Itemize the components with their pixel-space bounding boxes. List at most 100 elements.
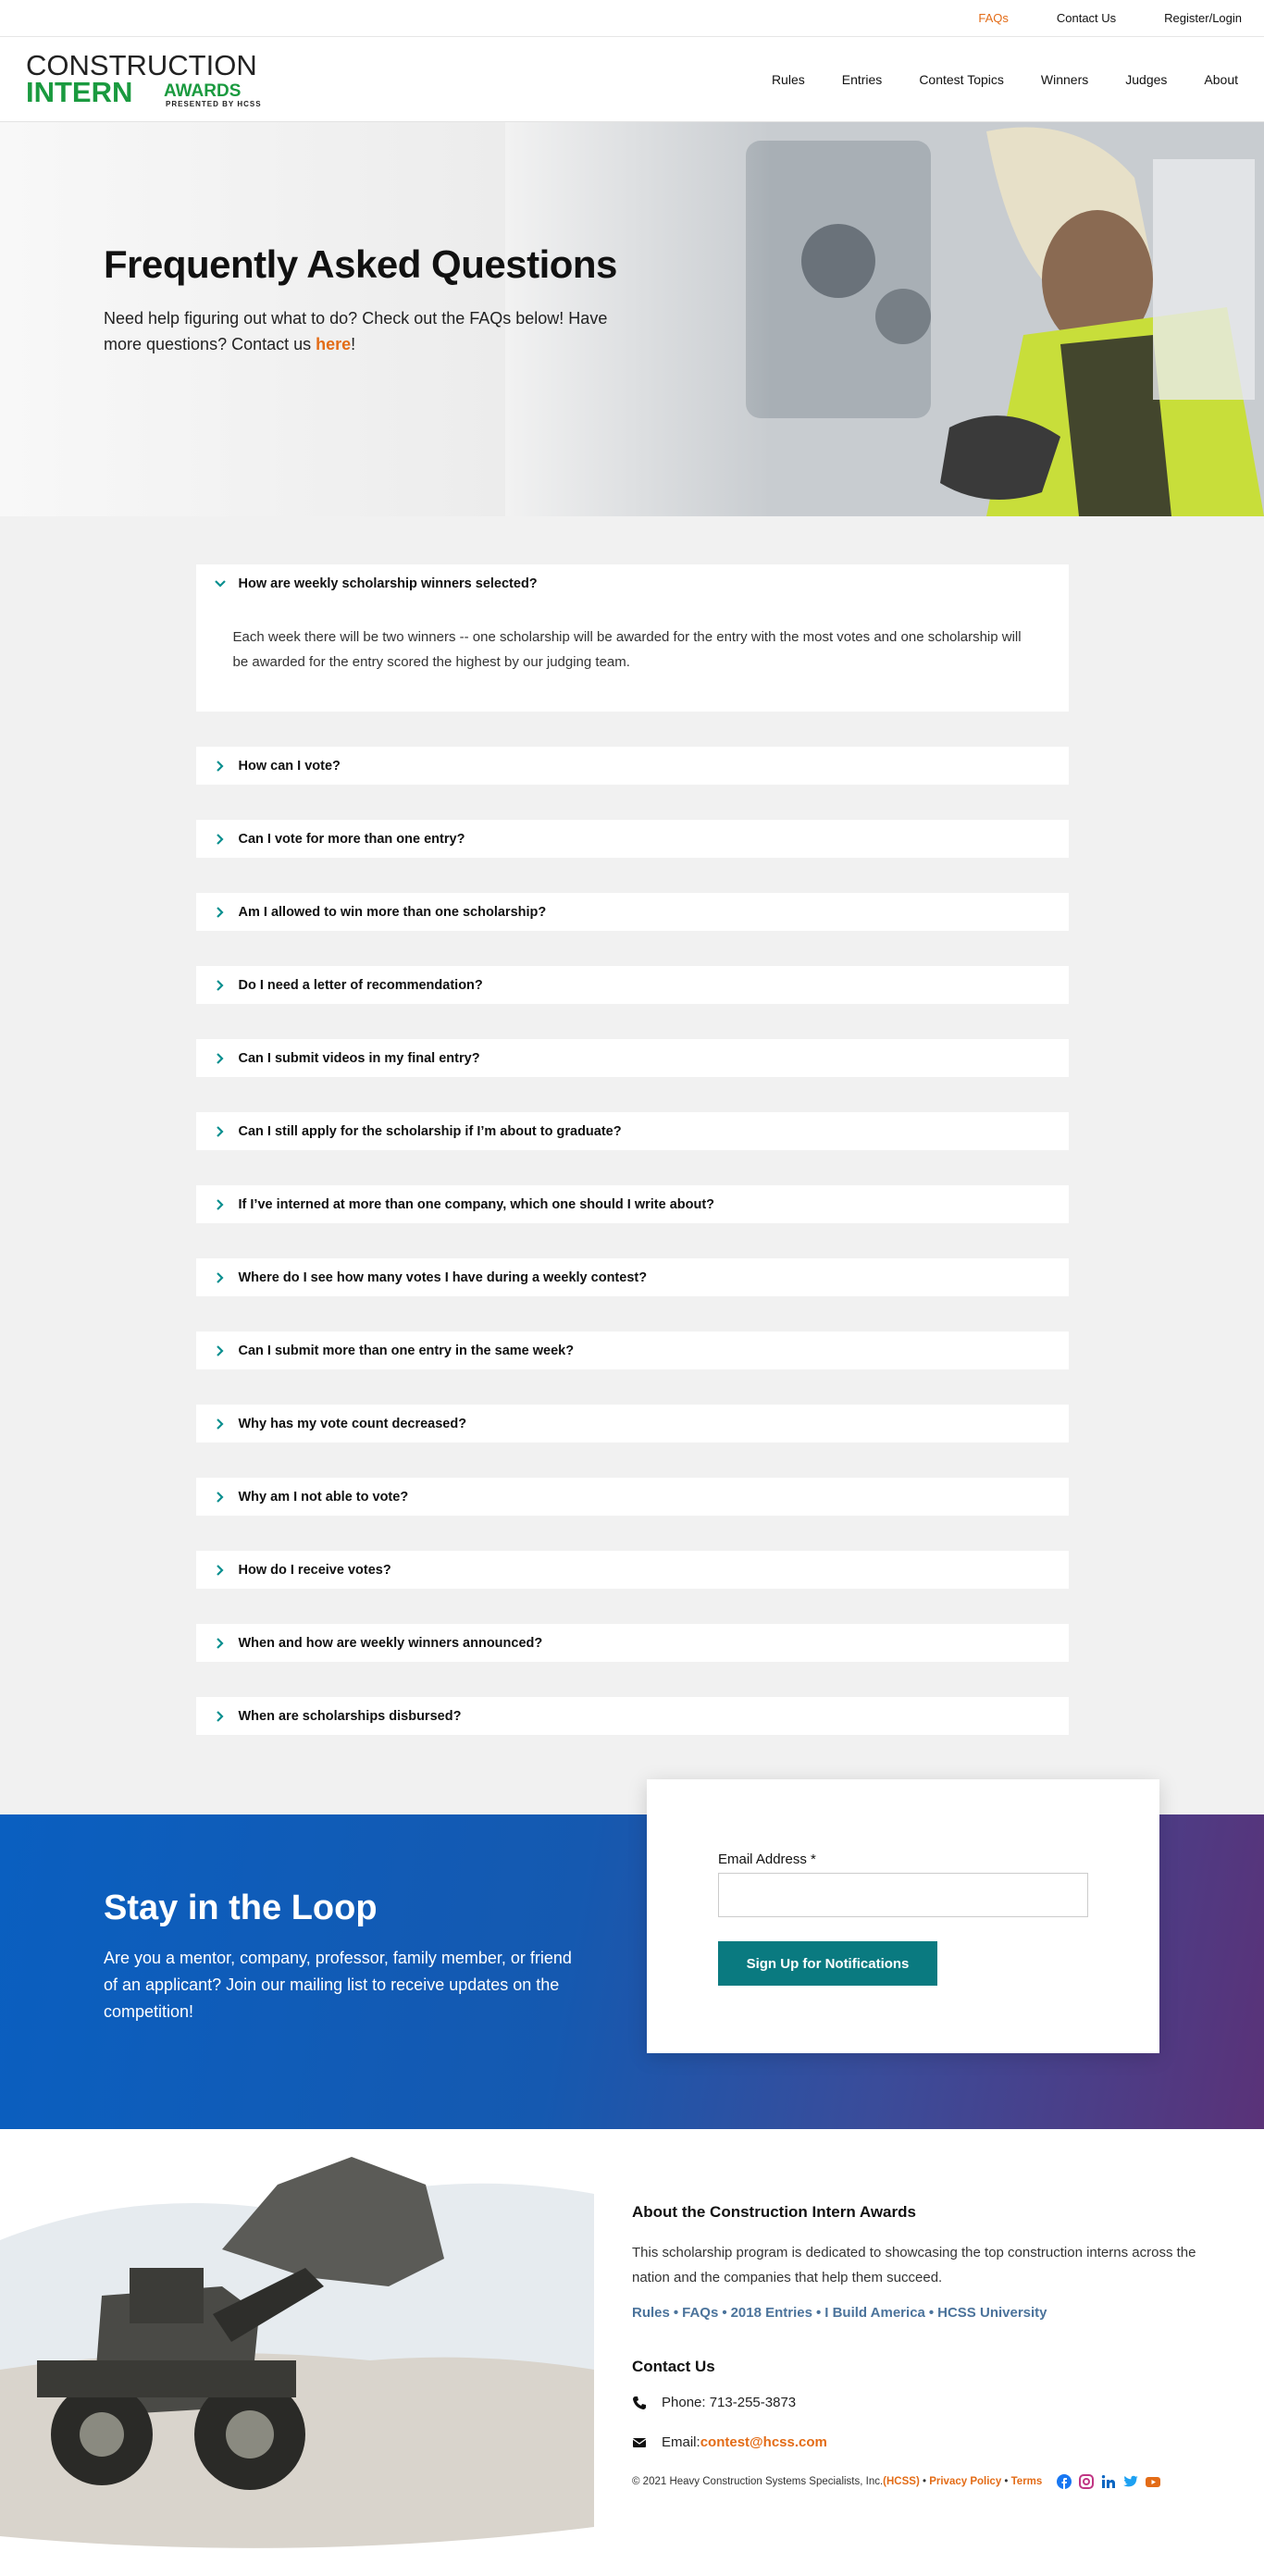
site-footer: About the Construction Intern Awards Thi… bbox=[0, 2129, 1264, 2555]
site-header: CONSTRUCTION INTERN AWARDS PRESENTED BY … bbox=[0, 37, 1264, 122]
phone-row: Phone: 713-255-3873 bbox=[632, 2395, 1224, 2410]
utility-link-contact[interactable]: Contact Us bbox=[1057, 11, 1116, 25]
faq-item: How can I vote? bbox=[195, 747, 1069, 785]
nav-judges[interactable]: Judges bbox=[1125, 72, 1167, 87]
faq-question-text: If I’ve interned at more than one compan… bbox=[238, 1196, 715, 1212]
page-title: Frequently Asked Questions bbox=[104, 242, 617, 286]
hcss-link[interactable]: (HCSS) bbox=[883, 2476, 920, 2487]
hero-description: Need help figuring out what to do? Check… bbox=[104, 309, 608, 353]
faq-question-toggle[interactable]: If I’ve interned at more than one compan… bbox=[196, 1185, 1069, 1223]
faq-question-text: Why am I not able to vote? bbox=[238, 1489, 409, 1505]
linkedin-icon[interactable] bbox=[1101, 2474, 1116, 2489]
chevron-right-icon bbox=[216, 1052, 224, 1064]
faq-answer: Each week there will be two winners -- o… bbox=[232, 629, 1022, 670]
faq-question-text: Can I vote for more than one entry? bbox=[238, 831, 465, 847]
newsletter-section: Stay in the Loop Are you a mentor, compa… bbox=[0, 1779, 1264, 2129]
newsletter-title: Stay in the Loop bbox=[104, 1889, 378, 1927]
faq-question-text: Can I still apply for the scholarship if… bbox=[238, 1123, 622, 1139]
svg-text:INTERN: INTERN bbox=[26, 76, 132, 108]
faq-item: Can I submit videos in my final entry? bbox=[195, 1039, 1069, 1077]
faq-question-text: Where do I see how many votes I have dur… bbox=[238, 1269, 648, 1285]
signup-form: Email Address * Sign Up for Notification… bbox=[647, 1779, 1159, 2053]
twitter-icon[interactable] bbox=[1123, 2474, 1139, 2489]
faq-item: How do I receive votes? bbox=[195, 1551, 1069, 1589]
footer-info: About the Construction Intern Awards Thi… bbox=[632, 2203, 1224, 2489]
faq-question-toggle[interactable]: Where do I see how many votes I have dur… bbox=[196, 1258, 1069, 1296]
chevron-right-icon bbox=[216, 1198, 224, 1210]
chevron-right-icon bbox=[216, 833, 224, 845]
faq-question-text: When are scholarships disbursed? bbox=[238, 1708, 462, 1724]
svg-text:PRESENTED BY HCSS: PRESENTED BY HCSS bbox=[166, 100, 262, 108]
site-logo[interactable]: CONSTRUCTION INTERN AWARDS PRESENTED BY … bbox=[26, 50, 280, 109]
faq-question-toggle[interactable]: How are weekly scholarship winners selec… bbox=[196, 564, 1069, 602]
newsletter-copy: Stay in the Loop Are you a mentor, compa… bbox=[104, 1889, 585, 2025]
contact-here-link[interactable]: here bbox=[316, 335, 351, 353]
about-title: About the Construction Intern Awards bbox=[632, 2203, 916, 2221]
instagram-icon[interactable] bbox=[1079, 2474, 1095, 2489]
terms-link[interactable]: Terms bbox=[1011, 2476, 1043, 2487]
envelope-icon bbox=[632, 2437, 647, 2447]
footer-link-hcss-university[interactable]: HCSS University bbox=[937, 2305, 1047, 2321]
nav-rules[interactable]: Rules bbox=[772, 72, 805, 87]
faq-question-text: How can I vote? bbox=[238, 758, 341, 774]
chevron-right-icon bbox=[216, 1125, 224, 1137]
contact-title: Contact Us bbox=[632, 2358, 715, 2375]
facebook-icon[interactable] bbox=[1057, 2474, 1072, 2489]
faq-question-text: How are weekly scholarship winners selec… bbox=[238, 576, 538, 591]
copyright-row: © 2021 Heavy Construction Systems Specia… bbox=[632, 2474, 1224, 2489]
chevron-right-icon bbox=[216, 1271, 224, 1283]
nav-about[interactable]: About bbox=[1204, 72, 1238, 87]
about-text: This scholarship program is dedicated to… bbox=[632, 2245, 1196, 2285]
footer-link-i-build-america[interactable]: I Build America bbox=[824, 2305, 925, 2321]
chevron-right-icon bbox=[216, 979, 224, 991]
faq-question-toggle[interactable]: Can I vote for more than one entry? bbox=[196, 820, 1069, 858]
email-row: Email: contest@hcss.com bbox=[632, 2434, 1224, 2450]
faq-question-toggle[interactable]: How do I receive votes? bbox=[196, 1551, 1069, 1589]
main-nav: Rules Entries Contest Topics Winners Jud… bbox=[735, 72, 1238, 87]
footer-link-2018-entries[interactable]: 2018 Entries bbox=[731, 2305, 812, 2321]
faq-question-text: Why has my vote count decreased? bbox=[238, 1416, 467, 1431]
hero-content: Frequently Asked Questions Need help fig… bbox=[104, 242, 622, 357]
faq-question-toggle[interactable]: Can I submit videos in my final entry? bbox=[196, 1039, 1069, 1077]
phone-text: Phone: 713-255-3873 bbox=[662, 2395, 797, 2410]
footer-link-rules[interactable]: Rules bbox=[632, 2305, 670, 2321]
email-link[interactable]: contest@hcss.com bbox=[700, 2434, 827, 2450]
faq-question-toggle[interactable]: Why am I not able to vote? bbox=[196, 1478, 1069, 1516]
nav-entries[interactable]: Entries bbox=[842, 72, 883, 87]
faq-question-toggle[interactable]: How can I vote? bbox=[196, 747, 1069, 785]
chevron-right-icon bbox=[216, 906, 224, 918]
footer-links: Rules • FAQs • 2018 Entries • I Build America •… bbox=[632, 2305, 1047, 2321]
faq-item: Can I vote for more than one entry? bbox=[195, 820, 1069, 858]
newsletter-description: Are you a mentor, company, professor, fa… bbox=[104, 1949, 572, 2021]
privacy-link[interactable]: Privacy Policy bbox=[929, 2476, 1001, 2487]
chevron-right-icon bbox=[216, 1564, 224, 1576]
faq-question-toggle[interactable]: Do I need a letter of recommendation? bbox=[196, 966, 1069, 1004]
utility-link-faqs[interactable]: FAQs bbox=[978, 11, 1009, 25]
faq-question-toggle[interactable]: When are scholarships disbursed? bbox=[196, 1697, 1069, 1735]
email-prefix: Email: bbox=[662, 2434, 700, 2450]
youtube-icon[interactable] bbox=[1146, 2474, 1161, 2489]
faq-question-text: Am I allowed to win more than one schola… bbox=[238, 904, 547, 920]
faq-question-toggle[interactable]: When and how are weekly winners announce… bbox=[196, 1624, 1069, 1662]
loader-image bbox=[0, 2129, 594, 2555]
faq-question-text: Can I submit more than one entry in the … bbox=[238, 1343, 575, 1358]
nav-contest-topics[interactable]: Contest Topics bbox=[919, 72, 1004, 87]
faq-item: Am I allowed to win more than one schola… bbox=[195, 893, 1069, 931]
footer-link-faqs[interactable]: FAQs bbox=[682, 2305, 718, 2321]
email-field[interactable] bbox=[718, 1873, 1088, 1917]
email-label: Email Address * bbox=[718, 1852, 816, 1867]
faq-question-text: Do I need a letter of recommendation? bbox=[238, 977, 483, 993]
utility-link-register[interactable]: Register/Login bbox=[1164, 11, 1242, 25]
faq-question-toggle[interactable]: Why has my vote count decreased? bbox=[196, 1405, 1069, 1443]
hero-banner: Frequently Asked Questions Need help fig… bbox=[0, 122, 1264, 516]
phone-icon bbox=[633, 2396, 646, 2409]
faq-question-toggle[interactable]: Am I allowed to win more than one schola… bbox=[196, 893, 1069, 931]
faq-question-text: When and how are weekly winners announce… bbox=[238, 1635, 543, 1651]
chevron-down-icon bbox=[214, 579, 226, 588]
sign-up-button[interactable]: Sign Up for Notifications bbox=[718, 1941, 937, 1986]
utility-bar: FAQs Contact Us Register/Login bbox=[0, 0, 1264, 37]
faq-question-toggle[interactable]: Can I submit more than one entry in the … bbox=[196, 1331, 1069, 1369]
faq-question-toggle[interactable]: Can I still apply for the scholarship if… bbox=[196, 1112, 1069, 1150]
nav-winners[interactable]: Winners bbox=[1041, 72, 1088, 87]
faq-list: How are weekly scholarship winners selec… bbox=[0, 516, 1264, 1814]
